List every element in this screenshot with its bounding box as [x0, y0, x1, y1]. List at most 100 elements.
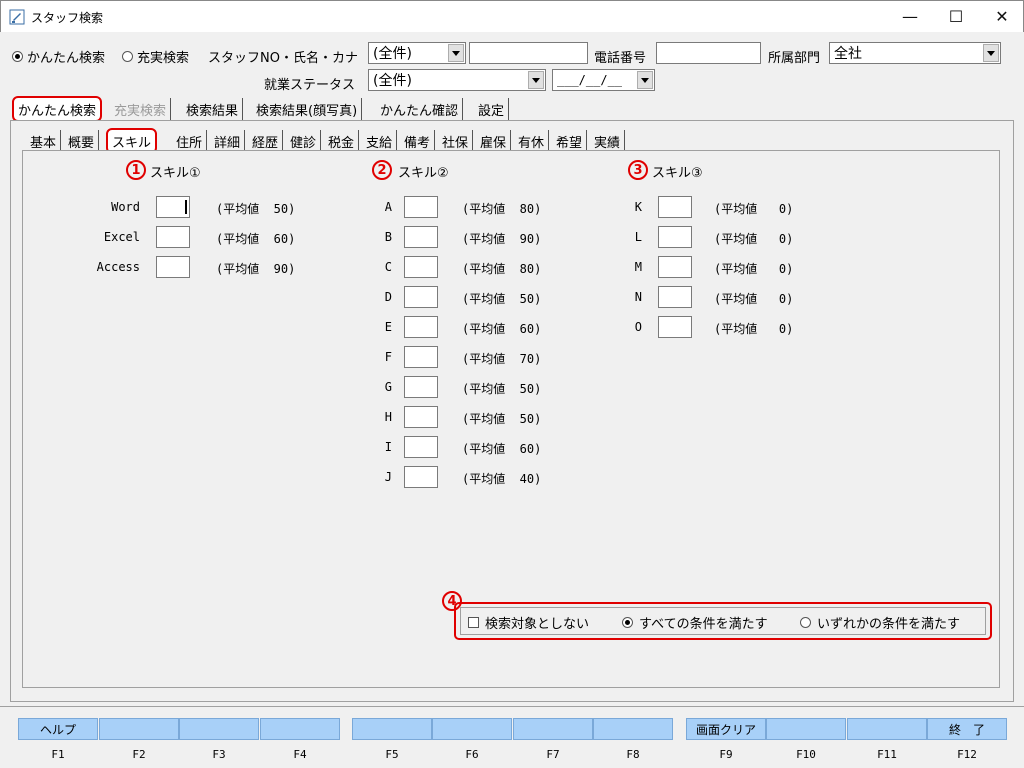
radio-dot-icon — [622, 617, 633, 628]
text-caret — [185, 200, 187, 214]
subtab-14[interactable]: 実績 — [590, 130, 626, 152]
subtab-0[interactable]: 基本 — [26, 130, 62, 152]
fkey-button-11[interactable] — [847, 718, 927, 740]
subtab-12[interactable]: 有休 — [514, 130, 550, 152]
mode-full-radio[interactable]: 充実検索 — [122, 47, 189, 66]
subtab-13[interactable]: 希望 — [552, 130, 588, 152]
fkey-caption: F10 — [796, 748, 816, 761]
subtab-5[interactable]: 経歴 — [248, 130, 284, 152]
skill-average: (平均値 90) — [462, 232, 542, 246]
skill-level-input[interactable] — [156, 256, 190, 278]
staff-search-input[interactable] — [469, 42, 588, 64]
fkey-caption: F2 — [132, 748, 146, 761]
date-picker[interactable]: ___/__/__ — [552, 69, 655, 91]
checkbox-icon — [468, 617, 479, 628]
skill-level-input[interactable] — [404, 376, 438, 398]
skill-average: (平均値 0) — [714, 322, 794, 336]
skill-average: (平均値 0) — [714, 232, 794, 246]
subtab-9[interactable]: 備考 — [400, 130, 436, 152]
subtab-1[interactable]: 概要 — [64, 130, 100, 152]
fkey-button-9[interactable]: 画面クリア — [686, 718, 766, 740]
fkey-button-3[interactable] — [179, 718, 259, 740]
skill-average: (平均値 80) — [462, 262, 542, 276]
badge-1: 1 — [126, 160, 146, 180]
phone-label: 電話番号 — [594, 51, 647, 66]
skill-label: Excel — [103, 230, 140, 244]
skill-level-input[interactable] — [404, 316, 438, 338]
skill-level-input[interactable] — [404, 196, 438, 218]
skill-level-input[interactable] — [156, 226, 190, 248]
skill-label: I — [384, 440, 392, 454]
skill-average: (平均値 60) — [462, 442, 542, 456]
skill-average: (平均値 80) — [462, 202, 542, 216]
skill-group-title: スキル② — [398, 166, 449, 181]
skill-level-input[interactable] — [658, 256, 692, 278]
tab-search-results-photo[interactable]: 検索結果(顔写真) — [252, 98, 363, 120]
tab-full-search[interactable]: 充実検索 — [110, 98, 172, 120]
subtab-4[interactable]: 詳細 — [210, 130, 246, 152]
skill-average: (平均値 0) — [714, 262, 794, 276]
skill-average: (平均値 0) — [714, 202, 794, 216]
subtab-2[interactable]: スキル — [105, 128, 158, 154]
exclude-checkbox[interactable]: 検索対象としない — [468, 613, 589, 632]
dept-combo[interactable]: 全社 — [829, 42, 1001, 64]
skill-label: F — [384, 350, 392, 364]
mode-simple-radio[interactable]: かんたん検索 — [12, 47, 105, 66]
fkey-bar: ヘルプ F1 F2 F3 F4 F5 F6 F7 F8 画面クリア F9 F10 F11 終 了 F12 — [0, 718, 1024, 768]
fkey-caption: F1 — [51, 748, 65, 761]
phone-input[interactable] — [656, 42, 761, 64]
fkey-button-1[interactable]: ヘルプ — [18, 718, 98, 740]
skill-level-input[interactable] — [404, 466, 438, 488]
fkey-button-8[interactable] — [593, 718, 673, 740]
fkey-button-5[interactable] — [352, 718, 432, 740]
fkey-caption: F4 — [293, 748, 307, 761]
skill-level-input[interactable] — [404, 286, 438, 308]
radio-dot-icon — [122, 51, 133, 62]
status-combo[interactable]: (全件) — [368, 69, 546, 91]
skill-level-input[interactable] — [658, 316, 692, 338]
subtab-7[interactable]: 税金 — [324, 130, 360, 152]
skill-level-input[interactable] — [658, 226, 692, 248]
skill-label: C — [384, 260, 392, 274]
fkey-caption: F7 — [546, 748, 560, 761]
tab-simple-confirm[interactable]: かんたん確認 — [376, 98, 464, 120]
skill-level-input[interactable] — [404, 346, 438, 368]
chevron-down-icon — [983, 44, 999, 62]
minimize-button[interactable]: — — [887, 1, 933, 32]
close-button[interactable]: ✕ — [979, 1, 1024, 32]
fkey-button-10[interactable] — [766, 718, 846, 740]
subtab-6[interactable]: 健診 — [286, 130, 322, 152]
skill-label: E — [384, 320, 392, 334]
skill-level-input[interactable] — [658, 196, 692, 218]
sub-tab-bar: 基本 概要 スキル 住所 詳細 経歴 健診 税金 支給 備考 社保 雇保 有休 希望 実績 — [26, 128, 1006, 154]
skill-level-input[interactable] — [156, 196, 190, 218]
subtab-11[interactable]: 雇保 — [476, 130, 512, 152]
skill-level-input[interactable] — [404, 436, 438, 458]
fkey-button-7[interactable] — [513, 718, 593, 740]
subtab-3[interactable]: 住所 — [172, 130, 208, 152]
skill-level-input[interactable] — [404, 406, 438, 428]
skill-group-title: スキル① — [150, 166, 201, 181]
subtab-10[interactable]: 社保 — [438, 130, 474, 152]
skill-level-input[interactable] — [658, 286, 692, 308]
maximize-button[interactable]: ☐ — [933, 1, 979, 32]
staff-label: スタッフNO・氏名・カナ — [208, 51, 358, 66]
all-conditions-radio[interactable]: すべての条件を満たす — [622, 613, 768, 632]
skill-level-input[interactable] — [404, 226, 438, 248]
skill-average: (平均値 90) — [216, 262, 296, 276]
subtab-8[interactable]: 支給 — [362, 130, 398, 152]
fkey-button-4[interactable] — [260, 718, 340, 740]
fkey-caption: F3 — [212, 748, 226, 761]
skill-label: Word — [111, 200, 140, 214]
tab-simple-search[interactable]: かんたん検索 — [11, 96, 103, 122]
fkey-button-2[interactable] — [99, 718, 179, 740]
any-condition-radio[interactable]: いずれかの条件を満たす — [800, 613, 960, 632]
tab-settings[interactable]: 設定 — [474, 98, 510, 120]
staff-combo[interactable]: (全件) — [368, 42, 466, 64]
skill-level-input[interactable] — [404, 256, 438, 278]
fkey-button-6[interactable] — [432, 718, 512, 740]
tab-search-results[interactable]: 検索結果 — [182, 98, 244, 120]
chevron-down-icon — [448, 44, 464, 62]
fkey-caption: F8 — [626, 748, 640, 761]
fkey-button-12[interactable]: 終 了 — [927, 718, 1007, 740]
